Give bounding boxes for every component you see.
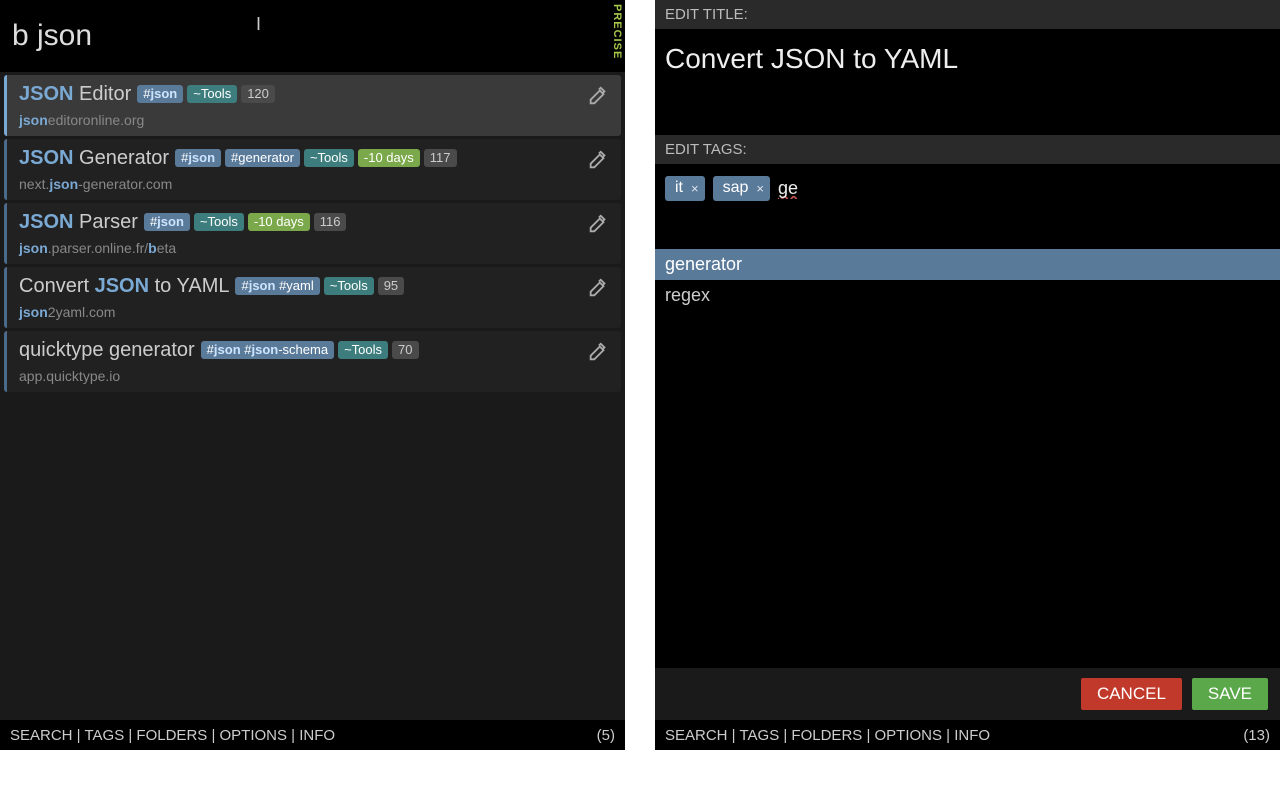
tag-chip-label: sap xyxy=(723,179,749,197)
search-header: I PRECISE xyxy=(0,0,625,72)
remove-tag-icon[interactable]: × xyxy=(756,181,764,196)
footer-links[interactable]: SEARCH | TAGS | FOLDERS | OPTIONS | INFO xyxy=(665,727,1243,744)
tag-chip-label: it xyxy=(675,179,683,197)
result-title: JSON Editor xyxy=(19,83,131,105)
tag-badge: #json xyxy=(175,149,221,167)
tags-input-area[interactable]: it × sap × xyxy=(655,164,1280,249)
result-url: json2yaml.com xyxy=(19,304,577,320)
edit-icon[interactable] xyxy=(587,149,611,173)
edit-icon[interactable] xyxy=(587,341,611,365)
result-url: app.quicktype.io xyxy=(19,368,577,384)
edit-icon[interactable] xyxy=(587,85,611,109)
footer: SEARCH | TAGS | FOLDERS | OPTIONS | INFO… xyxy=(655,720,1280,750)
tag-suggestions: generatorregex xyxy=(655,249,1280,668)
search-mode-badge[interactable]: PRECISE xyxy=(611,4,623,59)
result-item[interactable]: quicktype generator #json #json-schema~To… xyxy=(4,331,621,392)
footer-count: (13) xyxy=(1243,727,1270,744)
save-button[interactable]: SAVE xyxy=(1192,678,1268,710)
result-item[interactable]: Convert JSON to YAML #json #yaml ~Tools95 j… xyxy=(4,267,621,328)
text-cursor-icon: I xyxy=(256,14,257,36)
edit-pane: EDIT TITLE: EDIT TAGS: it × sap × generator… xyxy=(655,0,1280,750)
folder-badge: ~Tools xyxy=(304,149,354,167)
remove-tag-icon[interactable]: × xyxy=(691,181,699,196)
tag-badge: #generator xyxy=(225,149,300,167)
folder-badge: ~Tools xyxy=(338,341,388,359)
search-pane: I PRECISE JSON Editor#json~Tools120jsone… xyxy=(0,0,625,750)
result-badges: #json~Tools120 xyxy=(137,85,275,103)
count-badge: 70 xyxy=(392,341,418,359)
edit-icon[interactable] xyxy=(587,213,611,237)
result-badges: #json~Tools-10 days116 xyxy=(144,213,347,231)
result-badges: #json#generator~Tools-10 days117 xyxy=(175,149,456,167)
tag-badge: #json #yaml xyxy=(235,277,319,295)
cancel-button[interactable]: CANCEL xyxy=(1081,678,1182,710)
count-badge: 116 xyxy=(314,213,347,231)
result-badges: #json #yaml ~Tools95 xyxy=(235,277,404,295)
tag-chip[interactable]: sap × xyxy=(713,176,770,201)
result-title: JSON Generator xyxy=(19,147,169,169)
result-item[interactable]: JSON Editor #json~Tools120 jsoneditoronlin… xyxy=(4,75,621,136)
age-badge: -10 days xyxy=(358,149,420,167)
edit-tags-label: EDIT TAGS: xyxy=(655,135,1280,164)
action-row: CANCEL SAVE xyxy=(655,668,1280,720)
count-badge: 117 xyxy=(424,149,457,167)
tag-badge: #json xyxy=(137,85,183,103)
tag-suggestion[interactable]: generator xyxy=(655,249,1280,280)
result-badges: #json #json-schema~Tools70 xyxy=(201,341,419,359)
result-item[interactable]: JSON Generator #json#generator~Tools-10 d… xyxy=(4,139,621,200)
count-badge: 95 xyxy=(378,277,404,295)
folder-badge: ~Tools xyxy=(187,85,237,103)
result-title: JSON Parser xyxy=(19,211,138,233)
folder-badge: ~Tools xyxy=(194,213,244,231)
search-input[interactable] xyxy=(0,19,625,53)
result-url: jsoneditoronline.org xyxy=(19,112,577,128)
edit-title-label: EDIT TITLE: xyxy=(655,0,1280,29)
tag-badge: #json #json-schema xyxy=(201,341,334,359)
result-url: json.parser.online.fr/beta xyxy=(19,240,577,256)
footer-links[interactable]: SEARCH | TAGS | FOLDERS | OPTIONS | INFO xyxy=(10,727,597,744)
result-title: quicktype generator xyxy=(19,339,195,361)
tag-chip[interactable]: it × xyxy=(665,176,705,201)
count-badge: 120 xyxy=(241,85,275,103)
result-url: next.json-generator.com xyxy=(19,176,577,192)
folder-badge: ~Tools xyxy=(324,277,374,295)
footer-count: (5) xyxy=(597,727,615,744)
results-list: JSON Editor#json~Tools120jsoneditoronlin… xyxy=(0,72,625,720)
footer: SEARCH | TAGS | FOLDERS | OPTIONS | INFO… xyxy=(0,720,625,750)
title-input[interactable] xyxy=(655,29,1280,135)
tag-suggestion[interactable]: regex xyxy=(655,280,1280,311)
edit-icon[interactable] xyxy=(587,277,611,301)
result-item[interactable]: JSON Parser #json~Tools-10 days116 json.pa… xyxy=(4,203,621,264)
result-title: Convert JSON to YAML xyxy=(19,275,229,297)
tag-input[interactable] xyxy=(778,178,1010,199)
age-badge: -10 days xyxy=(248,213,310,231)
tag-badge: #json xyxy=(144,213,190,231)
